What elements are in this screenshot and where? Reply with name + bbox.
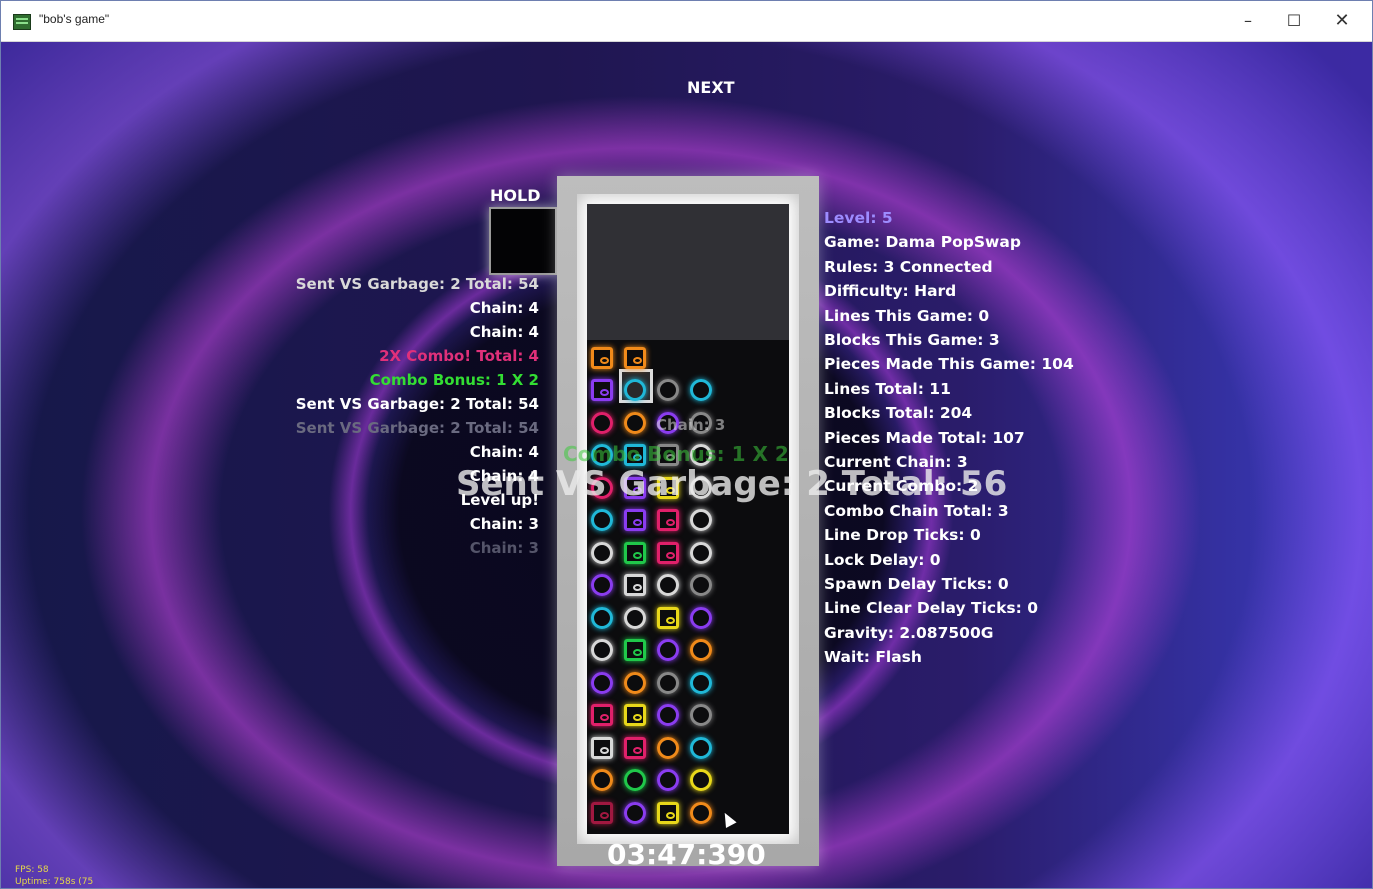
circle-block[interactable] <box>657 671 679 694</box>
circle-block[interactable] <box>591 639 613 661</box>
chain-popup: Chain: 3 <box>656 416 726 434</box>
event-log-line: Chain: 3 <box>469 539 539 557</box>
circle-block[interactable] <box>690 769 712 791</box>
event-log-line: Chain: 4 <box>469 323 539 341</box>
stat-line: Difficulty: Hard <box>824 282 957 301</box>
circle-block[interactable] <box>690 671 712 694</box>
circle-block[interactable] <box>690 379 712 401</box>
event-log-line: Combo Bonus: 1 X 2 <box>369 371 539 389</box>
minimize-button[interactable]: – <box>1225 1 1271 41</box>
fps-readout: FPS: 58 <box>15 865 49 875</box>
event-log-line: Chain: 4 <box>469 299 539 317</box>
event-log-line: Sent VS Garbage: 2 Total: 54 <box>295 395 539 413</box>
stat-line: Lines Total: 11 <box>824 379 951 398</box>
circle-block[interactable] <box>690 704 712 726</box>
circle-block[interactable] <box>624 671 646 694</box>
circle-block[interactable] <box>624 606 646 629</box>
event-log-line: Sent VS Garbage: 2 Total: 54 <box>295 419 539 437</box>
stat-line: Line Drop Ticks: 0 <box>824 526 981 545</box>
square-block[interactable] <box>624 736 646 759</box>
circle-block[interactable] <box>690 801 712 824</box>
spawn-area <box>587 204 789 340</box>
square-block[interactable] <box>657 509 679 531</box>
circle-block[interactable] <box>657 379 679 401</box>
close-button[interactable]: ✕ <box>1319 1 1365 41</box>
circle-block[interactable] <box>624 411 646 434</box>
square-block[interactable] <box>624 639 646 661</box>
event-log-line: Chain: 4 <box>469 443 539 461</box>
circle-block[interactable] <box>657 574 679 596</box>
circle-block[interactable] <box>690 736 712 759</box>
stat-line: Lock Delay: 0 <box>824 550 941 569</box>
stat-line: Gravity: 2.087500G <box>824 623 994 642</box>
stat-line: Wait: Flash <box>824 648 922 667</box>
stat-line: Line Clear Delay Ticks: 0 <box>824 599 1038 618</box>
event-log-line: Level up! <box>460 491 539 509</box>
stat-line: Lines This Game: 0 <box>824 306 990 325</box>
hold-box <box>489 207 557 275</box>
game-timer: 03:47:390 <box>607 838 766 871</box>
square-block[interactable] <box>657 606 679 629</box>
event-log-line: Chain: 3 <box>469 515 539 533</box>
circle-block[interactable] <box>690 639 712 661</box>
square-block[interactable] <box>657 801 679 824</box>
circle-block[interactable] <box>591 769 613 791</box>
stat-line: Level: 5 <box>824 209 893 227</box>
circle-block[interactable] <box>690 606 712 629</box>
stat-line: Pieces Made This Game: 104 <box>824 355 1074 374</box>
square-block[interactable] <box>624 346 646 369</box>
circle-block[interactable] <box>690 541 712 564</box>
stat-line: Game: Dama PopSwap <box>824 233 1021 252</box>
circle-block[interactable] <box>657 639 679 661</box>
square-block[interactable] <box>624 704 646 726</box>
maximize-button[interactable]: ☐ <box>1271 1 1317 41</box>
circle-block[interactable] <box>657 736 679 759</box>
stat-line: Current Combo: 2 <box>824 477 979 496</box>
circle-block[interactable] <box>624 769 646 791</box>
game-stage[interactable]: NEXT HOLD Chain: 3 Combo Bonus: 1 X 2 Se… <box>1 42 1372 888</box>
circle-block[interactable] <box>657 704 679 726</box>
hold-label: HOLD <box>490 186 541 205</box>
app-window: "bob's game" – ☐ ✕ NEXT HOLD Chain: 3 Co… <box>0 0 1373 889</box>
circle-block[interactable] <box>591 509 613 531</box>
app-icon <box>13 14 31 30</box>
circle-block[interactable] <box>690 509 712 531</box>
circle-block[interactable] <box>591 574 613 596</box>
window-title: "bob's game" <box>39 12 110 26</box>
stat-line: Combo Chain Total: 3 <box>824 501 1009 520</box>
title-bar[interactable]: "bob's game" – ☐ ✕ <box>1 1 1372 42</box>
circle-block[interactable] <box>591 541 613 564</box>
circle-block[interactable] <box>591 606 613 629</box>
circle-block[interactable] <box>624 379 646 401</box>
square-block[interactable] <box>624 541 646 564</box>
uptime-readout: Uptime: 758s (75 <box>15 877 94 887</box>
stat-line: Pieces Made Total: 107 <box>824 428 1025 447</box>
stat-line: Current Chain: 3 <box>824 453 968 471</box>
circle-block[interactable] <box>624 801 646 824</box>
combo-popup: Combo Bonus: 1 X 2 <box>563 442 789 466</box>
stat-line: Blocks Total: 204 <box>824 404 973 423</box>
playfield[interactable] <box>587 204 789 834</box>
stat-line: Blocks This Game: 3 <box>824 331 1000 349</box>
circle-block[interactable] <box>657 769 679 791</box>
circle-block[interactable] <box>690 574 712 596</box>
square-block[interactable] <box>591 379 613 401</box>
stat-line: Spawn Delay Ticks: 0 <box>824 575 1009 593</box>
square-block[interactable] <box>657 541 679 564</box>
square-block[interactable] <box>591 736 613 759</box>
circle-block[interactable] <box>591 671 613 694</box>
square-block[interactable] <box>624 509 646 531</box>
square-block[interactable] <box>591 346 613 369</box>
square-block[interactable] <box>591 704 613 726</box>
square-block[interactable] <box>624 574 646 596</box>
event-log-line: Chain: 4 <box>469 467 539 485</box>
event-log-line: 2X Combo! Total: 4 <box>379 347 539 365</box>
stat-line: Rules: 3 Connected <box>824 257 993 276</box>
circle-block[interactable] <box>591 411 613 434</box>
event-log-line: Sent VS Garbage: 2 Total: 54 <box>295 275 539 293</box>
next-label: NEXT <box>687 78 735 97</box>
square-block[interactable] <box>591 801 613 824</box>
